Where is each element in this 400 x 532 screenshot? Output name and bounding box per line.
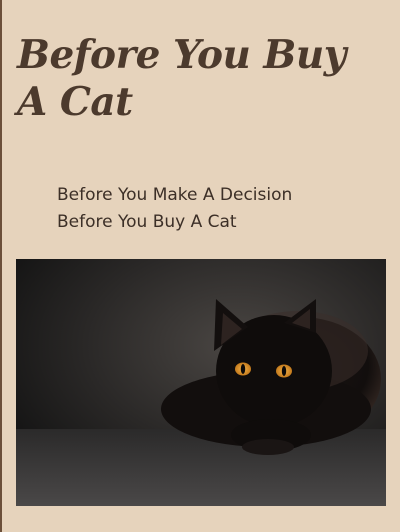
page-title: Before You Buy A Cat xyxy=(17,32,346,125)
hero-image xyxy=(16,259,386,506)
black-cat-photo xyxy=(16,259,386,506)
nav-list: Before You Make A Decision Before You Bu… xyxy=(57,182,292,236)
left-border xyxy=(0,0,2,532)
nav-link-decision[interactable]: Before You Make A Decision xyxy=(57,182,292,209)
nav-link-buy[interactable]: Before You Buy A Cat xyxy=(57,209,292,236)
